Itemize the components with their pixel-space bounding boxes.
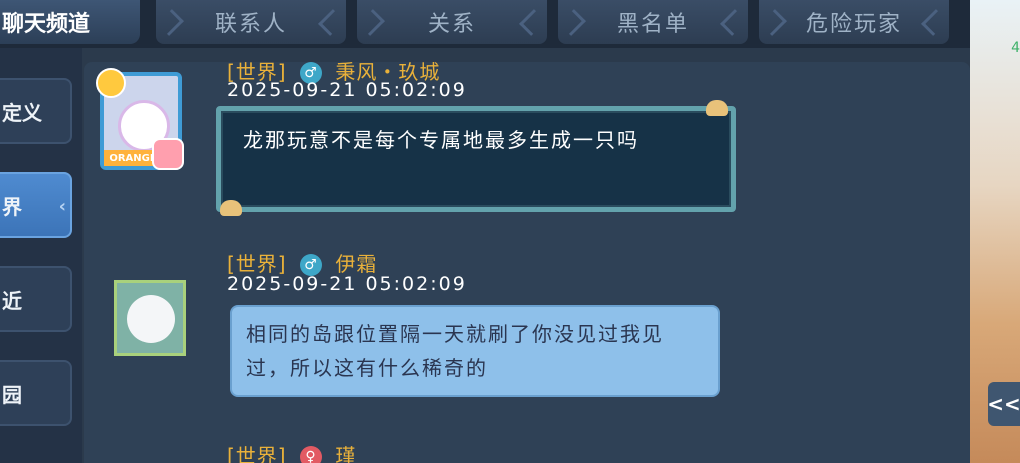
- sidebar-item-label: 界: [2, 194, 22, 219]
- tab-contacts[interactable]: 联系人: [156, 0, 346, 44]
- message-header: [世界] ♀ 瑾: [227, 440, 356, 463]
- avatar[interactable]: ORANGE: [84, 62, 188, 170]
- sidebar-item-custom[interactable]: 定义: [0, 78, 72, 144]
- message-timestamp: 2025-09-21 05:02:09: [227, 79, 467, 101]
- channel-sidebar: 定义 界 ‹ 近 园: [0, 48, 82, 463]
- channel-tag: [世界]: [227, 444, 287, 463]
- sidebar-item-world[interactable]: 界 ‹: [0, 172, 72, 238]
- sidebar-item-nearby[interactable]: 近: [0, 266, 72, 332]
- sender-name[interactable]: 瑾: [335, 444, 356, 463]
- sidebar-item-label: 园: [2, 382, 22, 407]
- shell-decoration-icon: [220, 200, 242, 216]
- female-icon: ♀: [299, 446, 322, 463]
- sidebar-item-garden[interactable]: 园: [0, 360, 72, 426]
- sidebar-item-label: 定义: [2, 100, 42, 125]
- tab-blacklist[interactable]: 黑名单: [558, 0, 748, 44]
- tab-chat-channel[interactable]: 聊天频道: [0, 0, 140, 44]
- chevron-left-icon: ‹: [58, 196, 66, 217]
- avatar-frame: ORANGE: [96, 68, 184, 170]
- avatar[interactable]: [88, 262, 192, 368]
- message-timestamp: 2025-09-21 05:02:09: [227, 273, 467, 295]
- scene-counter: 4: [1011, 40, 1020, 56]
- channel-tab-bar: 聊天频道 联系人 关系 黑名单 危险玩家: [0, 0, 970, 48]
- message-text: 相同的岛跟位置隔一天就刷了你没见过我见过，所以这有什么稀奇的: [246, 322, 664, 380]
- sun-icon: [96, 68, 126, 98]
- message-bubble[interactable]: 龙那玩意不是每个专属地最多生成一只吗: [216, 106, 736, 212]
- message-text: 龙那玩意不是每个专属地最多生成一只吗: [243, 128, 639, 152]
- collapse-chat-button[interactable]: <<: [987, 382, 1020, 426]
- tab-relations[interactable]: 关系: [357, 0, 547, 44]
- message-bubble[interactable]: 相同的岛跟位置隔一天就刷了你没见过我见过，所以这有什么稀奇的: [230, 305, 720, 397]
- character-portrait: [127, 295, 175, 343]
- sidebar-item-label: 近: [2, 288, 22, 313]
- paw-icon: [152, 138, 184, 170]
- tab-dangerous-players[interactable]: 危险玩家: [759, 0, 949, 44]
- shell-decoration-icon: [706, 100, 728, 116]
- message-list[interactable]: ORANGE [世界] ♂ 秉风・玖城 2025-09-21 05:02:09 …: [84, 62, 970, 463]
- avatar-frame: [114, 280, 186, 356]
